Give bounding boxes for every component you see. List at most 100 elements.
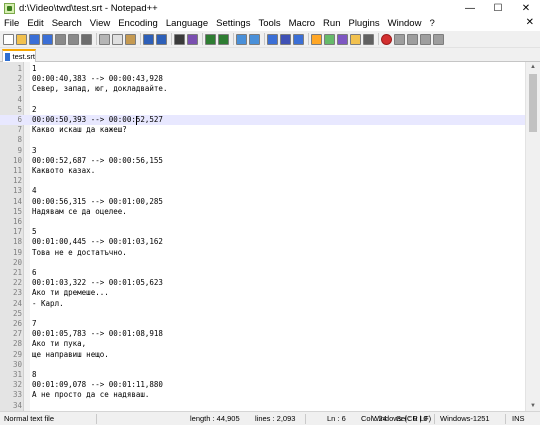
zoom-in-icon[interactable] <box>205 33 216 45</box>
menu-search[interactable]: Search <box>48 18 86 29</box>
editor-line[interactable]: 3 Север, запад, юг, докладвайте. <box>0 84 525 94</box>
menu-window[interactable]: Window <box>384 18 426 29</box>
editor-line[interactable]: 10 00:00:52,687 --> 00:00:56,155 <box>0 156 525 166</box>
line-text: 7 <box>32 319 37 328</box>
line-text: 00:00:40,383 --> 00:00:43,928 <box>32 74 163 84</box>
undo-icon[interactable] <box>143 33 154 45</box>
editor-line[interactable]: 14 00:00:56,315 --> 00:01:00,285 <box>0 197 525 207</box>
editor[interactable]: 1 1 2 00:00:40,383 --> 00:00:43,928 3 Север, … <box>0 62 540 425</box>
editor-line[interactable]: 29 ще направиш нещо. <box>0 350 525 360</box>
line-text: 2 <box>32 104 37 114</box>
zoom-out-icon[interactable] <box>218 33 229 45</box>
toolbar-separator <box>308 33 309 45</box>
copy-icon[interactable] <box>112 33 123 45</box>
line-text: Каквото казах. <box>32 166 96 175</box>
editor-line[interactable]: 16 <box>0 217 525 227</box>
paste-icon[interactable] <box>125 33 136 45</box>
word-wrap-icon[interactable] <box>267 33 278 45</box>
line-number: 31 <box>12 370 22 379</box>
sync-h-icon[interactable] <box>249 33 260 45</box>
redo-icon[interactable] <box>156 33 167 45</box>
show-all-chars-icon[interactable] <box>280 33 291 45</box>
menu-plugins[interactable]: Plugins <box>344 18 383 29</box>
play-macro-icon[interactable] <box>407 33 418 45</box>
folder-as-workspace-icon[interactable] <box>350 33 361 45</box>
replace-icon[interactable] <box>187 33 198 45</box>
editor-line[interactable]: 12 <box>0 176 525 186</box>
editor-line[interactable]: 15 Надявам се да оцелее. <box>0 207 525 217</box>
editor-line[interactable]: 11 <box>0 64 525 74</box>
close-all-icon[interactable] <box>68 33 79 45</box>
menu-tools[interactable]: Tools <box>254 18 284 29</box>
run-macro-multiple-icon[interactable] <box>420 33 431 45</box>
editor-line[interactable]: 33 А не просто да се надяваш. <box>0 390 525 400</box>
editor-line[interactable]: 31 8 <box>0 370 525 380</box>
save-icon[interactable] <box>29 33 40 45</box>
monitoring-icon[interactable] <box>363 33 374 45</box>
editor-line[interactable]: 34 <box>0 401 525 411</box>
open-file-icon[interactable] <box>16 33 27 45</box>
close-button[interactable]: ✕ <box>512 0 540 16</box>
menu-language[interactable]: Language <box>162 18 212 29</box>
menu-encoding[interactable]: Encoding <box>114 18 162 29</box>
tab-test-srt[interactable]: test.srt <box>2 49 36 62</box>
menu-file[interactable]: File <box>0 18 23 29</box>
editor-line[interactable]: 52 <box>0 105 525 115</box>
minimize-button[interactable]: — <box>456 0 484 16</box>
find-icon[interactable] <box>174 33 185 45</box>
function-list-icon[interactable] <box>337 33 348 45</box>
editor-line[interactable]: 4 <box>0 95 525 105</box>
editor-line[interactable]: 18 00:01:00,445 --> 00:01:03,162 <box>0 237 525 247</box>
close-document-button[interactable]: ✕ <box>526 17 534 28</box>
editor-line[interactable]: 28 Ако ти пука, <box>0 339 525 349</box>
cut-icon[interactable] <box>99 33 110 45</box>
editor-line[interactable]: 30 <box>0 360 525 370</box>
print-icon[interactable] <box>81 33 92 45</box>
line-number: 30 <box>12 359 22 369</box>
indent-guide-icon[interactable] <box>293 33 304 45</box>
editor-line[interactable]: 32 00:01:09,078 --> 00:01:11,880 <box>0 380 525 390</box>
editor-line[interactable]: 6 00:00:50,393 --> 00:00:52,527 <box>0 115 525 126</box>
editor-line[interactable]: 93 <box>0 146 525 156</box>
editor-line[interactable]: 25 <box>0 309 525 319</box>
editor-line[interactable]: 26 7 <box>0 319 525 329</box>
stop-macro-icon[interactable] <box>394 33 405 45</box>
line-text: 4 <box>32 186 37 196</box>
menu-run[interactable]: Run <box>319 18 344 29</box>
scroll-up-arrow-icon[interactable]: ▲ <box>526 62 540 72</box>
editor-line[interactable]: 17 5 <box>0 227 525 237</box>
save-all-icon[interactable] <box>42 33 53 45</box>
menu-settings[interactable]: Settings <box>212 18 254 29</box>
scrollbar-thumb[interactable] <box>529 74 537 132</box>
doc-map-icon[interactable] <box>324 33 335 45</box>
editor-line[interactable]: 20 <box>0 258 525 268</box>
menu-view[interactable]: View <box>86 18 114 29</box>
editor-line[interactable]: 8 <box>0 135 525 145</box>
vertical-scrollbar[interactable]: ▲ ▼ <box>525 62 540 411</box>
toolbar-separator <box>264 33 265 45</box>
udl-icon[interactable] <box>311 33 322 45</box>
editor-line[interactable]: 24 - Карл. <box>0 299 525 309</box>
editor-line[interactable]: 7 Какво искаш да кажеш? <box>0 125 525 135</box>
editor-line[interactable]: 27 00:01:05,783 --> 00:01:08,918 <box>0 329 525 339</box>
window-controls: — ☐ ✕ <box>456 0 540 16</box>
editor-line[interactable]: 22 00:01:03,322 --> 00:01:05,623 <box>0 278 525 288</box>
editor-line[interactable]: 23 Ако ти дремеше... <box>0 288 525 298</box>
editor-line[interactable]: 19 Това не е достатъчно. <box>0 248 525 258</box>
line-text: ще направиш нещо. <box>32 349 109 359</box>
record-macro-icon[interactable] <box>381 33 392 45</box>
menu-macro[interactable]: Macro <box>285 18 319 29</box>
menu-help[interactable]: ? <box>425 18 438 29</box>
menu-edit[interactable]: Edit <box>23 18 47 29</box>
editor-line[interactable]: 11 Каквото казах. <box>0 166 525 176</box>
scroll-down-arrow-icon[interactable]: ▼ <box>526 401 540 411</box>
save-macro-icon[interactable] <box>433 33 444 45</box>
maximize-button[interactable]: ☐ <box>484 0 512 16</box>
new-file-icon[interactable] <box>3 33 14 45</box>
sync-v-icon[interactable] <box>236 33 247 45</box>
editor-line[interactable]: 21 6 <box>0 268 525 278</box>
text-area[interactable]: 1 1 2 00:00:40,383 --> 00:00:43,928 3 Север, … <box>0 62 525 425</box>
close-icon[interactable] <box>55 33 66 45</box>
editor-line[interactable]: 2 00:00:40,383 --> 00:00:43,928 <box>0 74 525 84</box>
editor-line[interactable]: 13 4 <box>0 186 525 196</box>
